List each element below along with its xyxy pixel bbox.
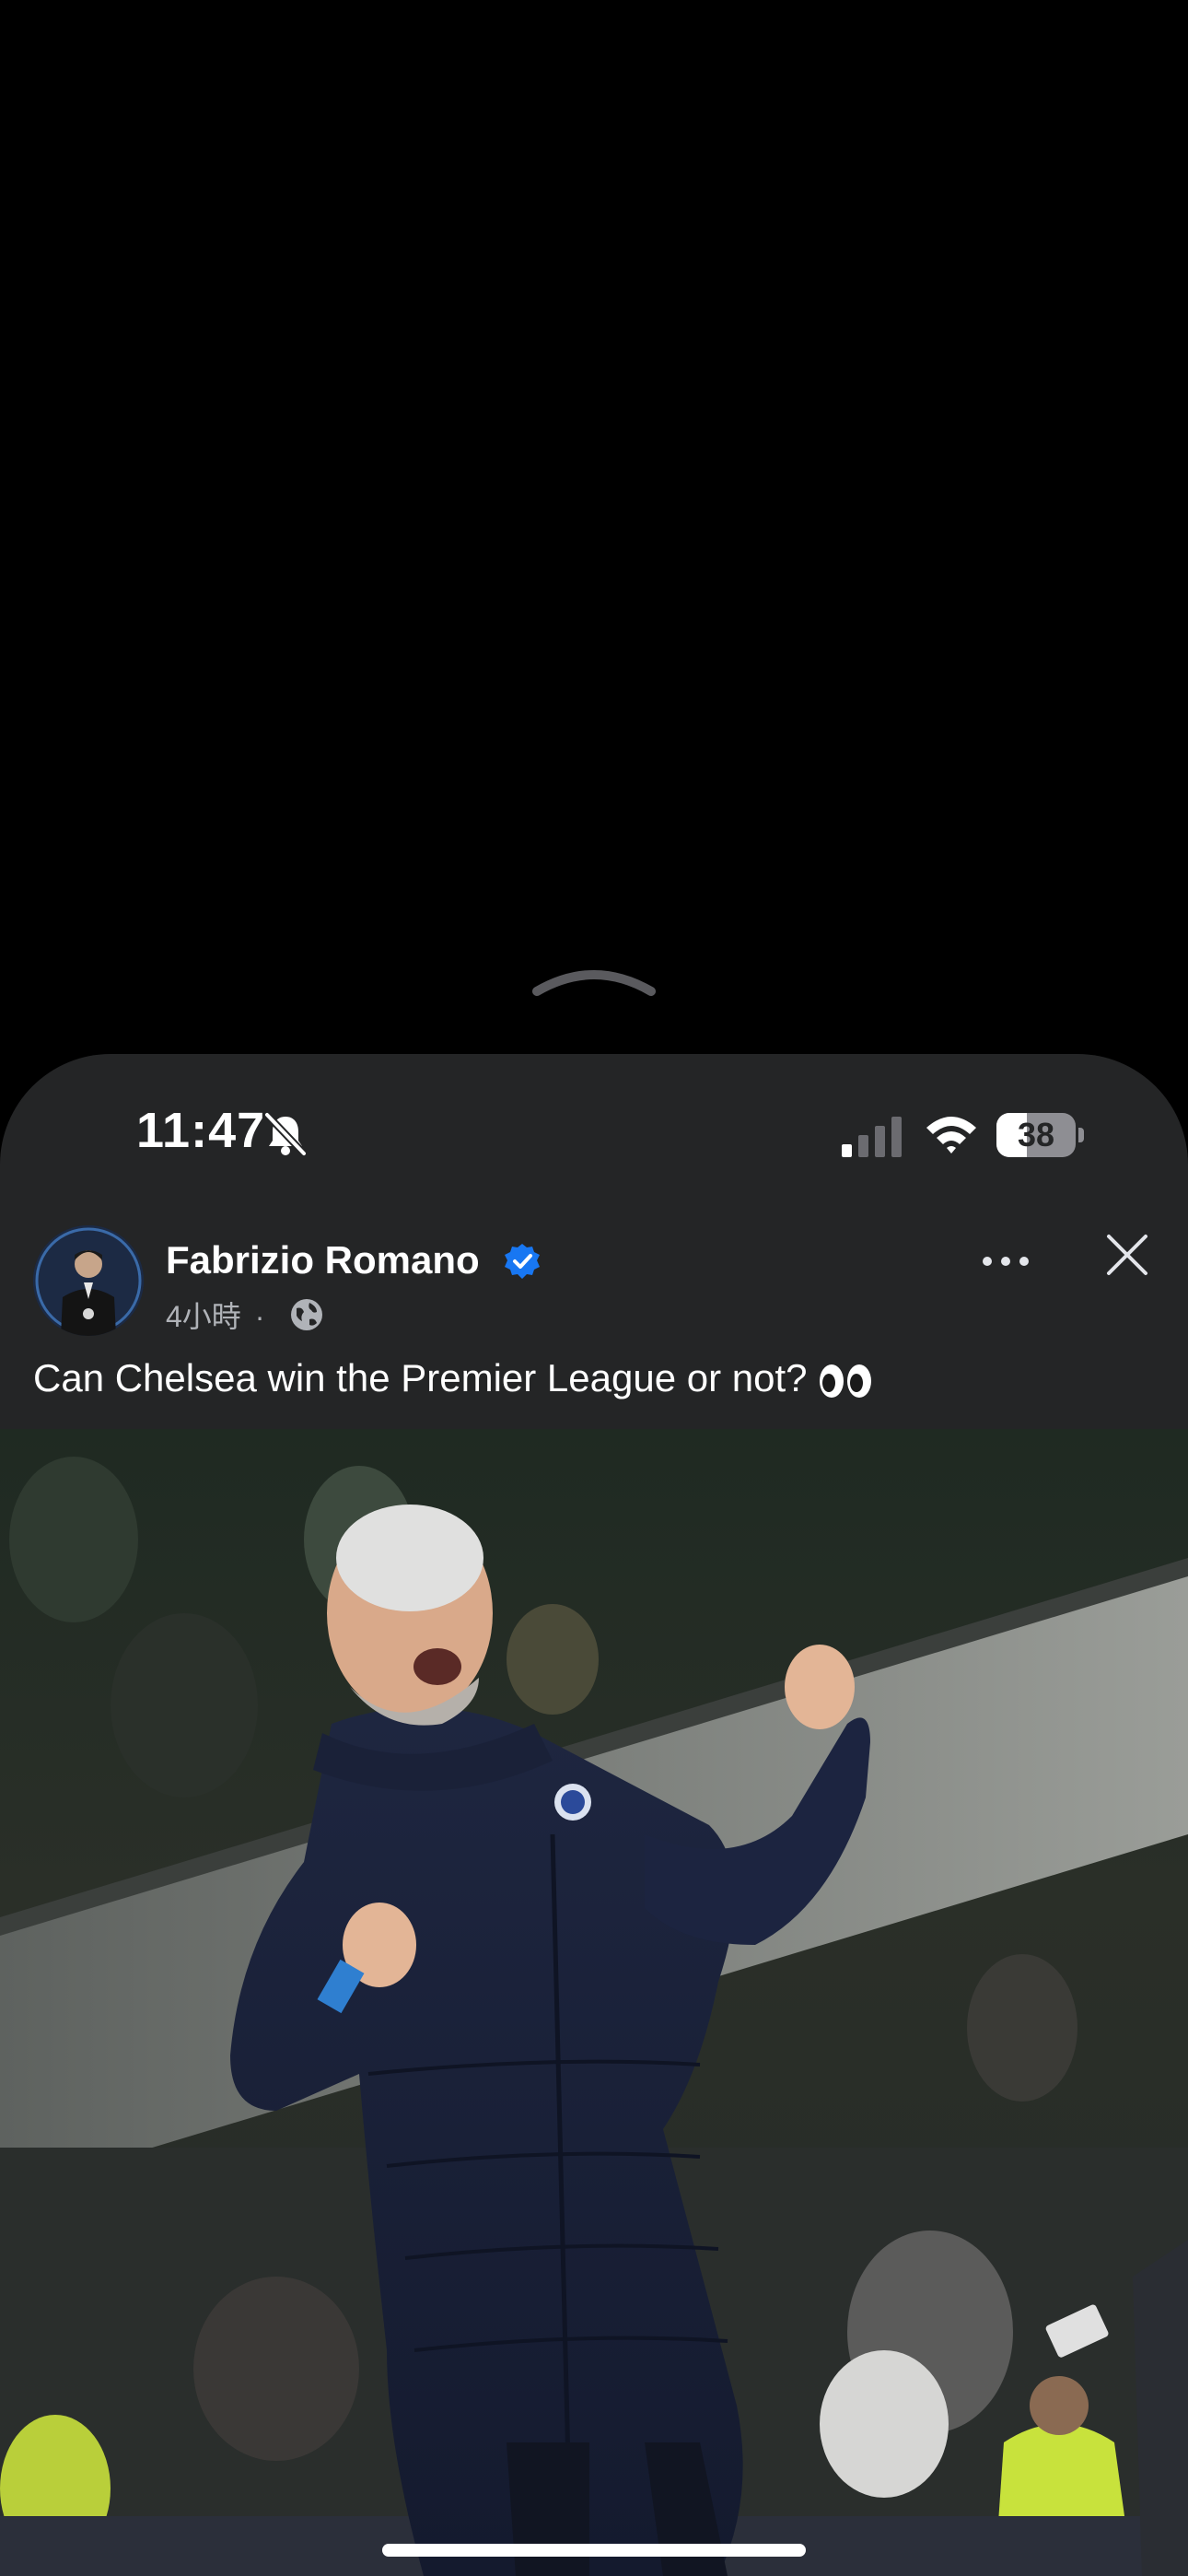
- post-viewer-sheet: 11:47 38 Fabrizio Romano 4小時 · Can Chels…: [0, 1054, 1188, 2576]
- battery-level: 38: [1017, 1116, 1055, 1153]
- cellular-signal-icon: [842, 1117, 902, 1157]
- home-indicator[interactable]: [382, 2544, 806, 2557]
- post-photo[interactable]: [0, 1429, 1188, 2576]
- wifi-icon: [926, 1117, 976, 1153]
- meta-separator: ·: [254, 1300, 265, 1333]
- eyes-emoji-icon: [819, 1364, 871, 1398]
- verified-badge-icon: [505, 1244, 540, 1279]
- battery-icon: 38: [996, 1113, 1085, 1157]
- close-icon[interactable]: [1105, 1233, 1149, 1277]
- post-meta: 4小時 ·: [166, 1294, 264, 1336]
- post-time: 4小時: [166, 1300, 241, 1333]
- globe-icon: [291, 1299, 322, 1330]
- author-name[interactable]: Fabrizio Romano: [166, 1238, 480, 1282]
- post-caption: Can Chelsea win the Premier League or no…: [33, 1356, 872, 1400]
- status-time: 11:47: [136, 1103, 266, 1158]
- avatar[interactable]: [33, 1225, 144, 1336]
- chevron-up-icon[interactable]: [530, 964, 658, 999]
- caption-text: Can Chelsea win the Premier League or no…: [33, 1356, 808, 1399]
- more-options-icon[interactable]: [980, 1247, 1031, 1275]
- bell-muted-icon: [264, 1112, 307, 1156]
- post-header: Fabrizio Romano 4小時 ·: [0, 1220, 1188, 1349]
- status-bar: 11:47 38: [0, 1054, 1188, 1211]
